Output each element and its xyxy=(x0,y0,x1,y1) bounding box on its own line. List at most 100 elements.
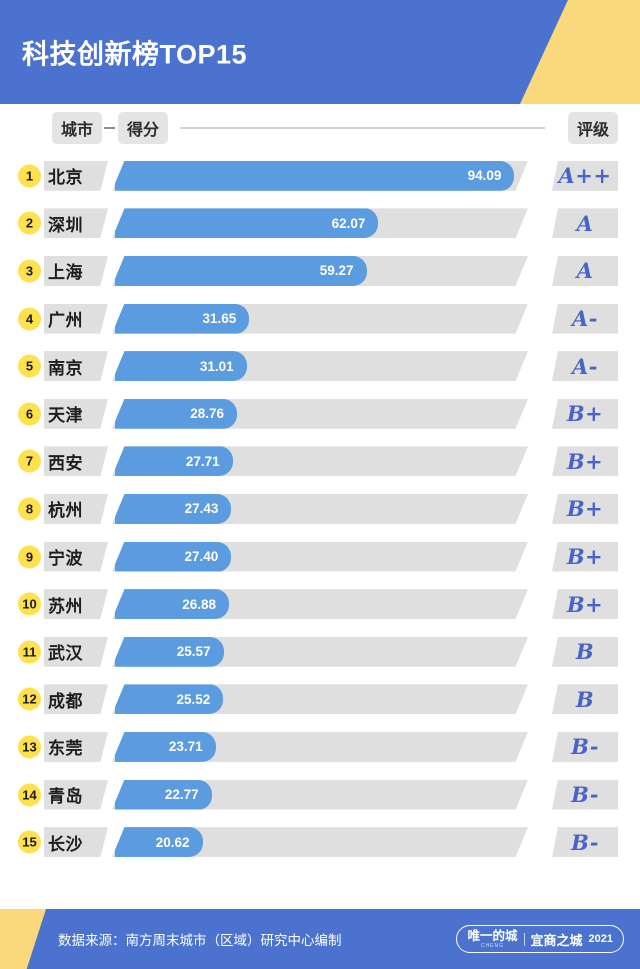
city-chip: 宁波 xyxy=(44,541,108,572)
rating-label: B- xyxy=(571,829,599,855)
rating-badge: B+ xyxy=(552,493,618,524)
city-label: 西安 xyxy=(48,453,83,473)
rating-label: A- xyxy=(571,306,598,332)
city-label: 南京 xyxy=(48,358,83,378)
table-row[interactable]: 5 南京 31.01 A- xyxy=(0,342,640,390)
score-bar-track: 26.88 xyxy=(112,589,528,620)
table-row[interactable]: 1 北京 94.09 A++ xyxy=(0,152,640,200)
score-bar: 27.40 xyxy=(115,541,232,572)
rating-label: A xyxy=(576,258,594,284)
table-row[interactable]: 10 苏州 26.88 B+ xyxy=(0,580,640,628)
rank-badge: 1 xyxy=(18,164,41,188)
column-header-dash xyxy=(104,127,115,129)
city-label: 东莞 xyxy=(48,739,83,759)
city-label: 杭州 xyxy=(48,501,83,521)
rank-badge: 5 xyxy=(18,354,41,378)
logo-left-group: 唯一的城 CHENG xyxy=(467,929,517,949)
rank-badge: 14 xyxy=(18,783,41,807)
city-label: 广州 xyxy=(48,311,83,331)
score-bar-track: 25.57 xyxy=(112,636,528,667)
city-chip: 成都 xyxy=(44,684,108,715)
score-value: 28.76 xyxy=(190,406,225,422)
rank-badge: 8 xyxy=(18,497,41,521)
city-label: 天津 xyxy=(48,406,83,426)
footer-accent-shape xyxy=(0,909,46,969)
score-bar-track: 94.09 xyxy=(112,160,528,191)
city-chip: 北京 xyxy=(44,160,108,191)
score-bar-track: 59.27 xyxy=(112,255,528,286)
score-bar: 62.07 xyxy=(115,208,379,239)
score-bar-track: 28.76 xyxy=(112,398,528,429)
score-value: 27.71 xyxy=(185,453,220,469)
data-source-text: 数据来源：南方周末城市（区域）研究中心编制 xyxy=(58,933,342,948)
city-chip: 东莞 xyxy=(44,731,108,762)
city-chip: 青岛 xyxy=(44,779,108,810)
table-row[interactable]: 9 宁波 27.40 B+ xyxy=(0,533,640,581)
rating-label: B+ xyxy=(566,401,604,427)
header-accent-shape xyxy=(520,0,640,104)
table-row[interactable]: 8 杭州 27.43 B+ xyxy=(0,485,640,533)
rank-badge: 2 xyxy=(18,211,41,235)
rank-badge: 9 xyxy=(18,545,41,569)
rating-label: B+ xyxy=(566,448,604,474)
city-label: 深圳 xyxy=(48,215,83,235)
score-bar-track: 27.40 xyxy=(112,541,528,572)
city-chip: 上海 xyxy=(44,255,108,286)
score-value: 31.65 xyxy=(202,311,237,327)
score-bar-track: 22.77 xyxy=(112,779,528,810)
score-bar: 28.76 xyxy=(115,398,238,429)
city-label: 宁波 xyxy=(48,549,83,569)
score-value: 26.88 xyxy=(182,596,217,612)
rating-badge: B+ xyxy=(552,446,618,477)
score-bar-track: 23.71 xyxy=(112,731,528,762)
score-bar: 22.77 xyxy=(115,779,212,810)
rating-badge: B xyxy=(552,684,618,715)
page-header: 科技创新榜TOP15 xyxy=(0,0,640,104)
rating-badge: A xyxy=(552,255,618,286)
rating-label: B+ xyxy=(566,496,604,522)
table-row[interactable]: 11 武汉 25.57 B xyxy=(0,628,640,676)
score-value: 27.43 xyxy=(184,501,219,517)
rank-badge: 7 xyxy=(18,449,41,473)
city-label: 上海 xyxy=(48,263,83,283)
score-bar: 94.09 xyxy=(115,160,515,191)
table-row[interactable]: 4 广州 31.65 A- xyxy=(0,295,640,343)
table-row[interactable]: 2 深圳 62.07 A xyxy=(0,200,640,248)
city-chip: 天津 xyxy=(44,398,108,429)
score-bar-track: 31.01 xyxy=(112,351,528,382)
score-bar: 31.65 xyxy=(115,303,250,334)
table-row[interactable]: 6 天津 28.76 B+ xyxy=(0,390,640,438)
score-bar: 25.57 xyxy=(115,636,224,667)
rating-badge: A- xyxy=(552,303,618,334)
city-chip: 南京 xyxy=(44,351,108,382)
score-bar-track: 62.07 xyxy=(112,208,528,239)
score-bar: 27.71 xyxy=(115,446,233,477)
table-row[interactable]: 14 青岛 22.77 B- xyxy=(0,771,640,819)
city-label: 长沙 xyxy=(48,834,83,854)
score-bar: 31.01 xyxy=(115,351,247,382)
score-bar-track: 25.52 xyxy=(112,684,528,715)
table-row[interactable]: 15 长沙 20.62 B- xyxy=(0,818,640,866)
city-chip: 广州 xyxy=(44,303,108,334)
page-footer: 数据来源：南方周末城市（区域）研究中心编制 唯一的城 CHENG 宜商之城 20… xyxy=(0,909,640,969)
city-label: 苏州 xyxy=(48,596,83,616)
city-label: 成都 xyxy=(48,691,83,711)
score-value: 25.52 xyxy=(176,691,211,707)
table-row[interactable]: 12 成都 25.52 B xyxy=(0,676,640,724)
score-value: 62.07 xyxy=(331,215,366,231)
logo-divider xyxy=(523,932,525,946)
rank-badge: 13 xyxy=(18,735,41,759)
column-header-rating: 评级 xyxy=(567,112,618,144)
rating-label: B- xyxy=(571,782,599,808)
score-value: 59.27 xyxy=(319,263,354,279)
table-row[interactable]: 3 上海 59.27 A xyxy=(0,247,640,295)
score-bar: 20.62 xyxy=(115,827,203,858)
score-value: 22.77 xyxy=(164,787,199,803)
table-row[interactable]: 7 西安 27.71 B+ xyxy=(0,438,640,486)
table-row[interactable]: 13 东莞 23.71 B- xyxy=(0,723,640,771)
ranking-list: 1 北京 94.09 A++ 2 深圳 62.07 A 3 上海 59.27 A 4 广州 31.65 A- 5… xyxy=(0,152,640,866)
rating-badge: B- xyxy=(552,731,618,762)
brand-logo: 唯一的城 CHENG 宜商之城 2021 xyxy=(456,925,624,953)
score-value: 25.57 xyxy=(176,644,211,660)
rank-badge: 11 xyxy=(18,640,41,664)
